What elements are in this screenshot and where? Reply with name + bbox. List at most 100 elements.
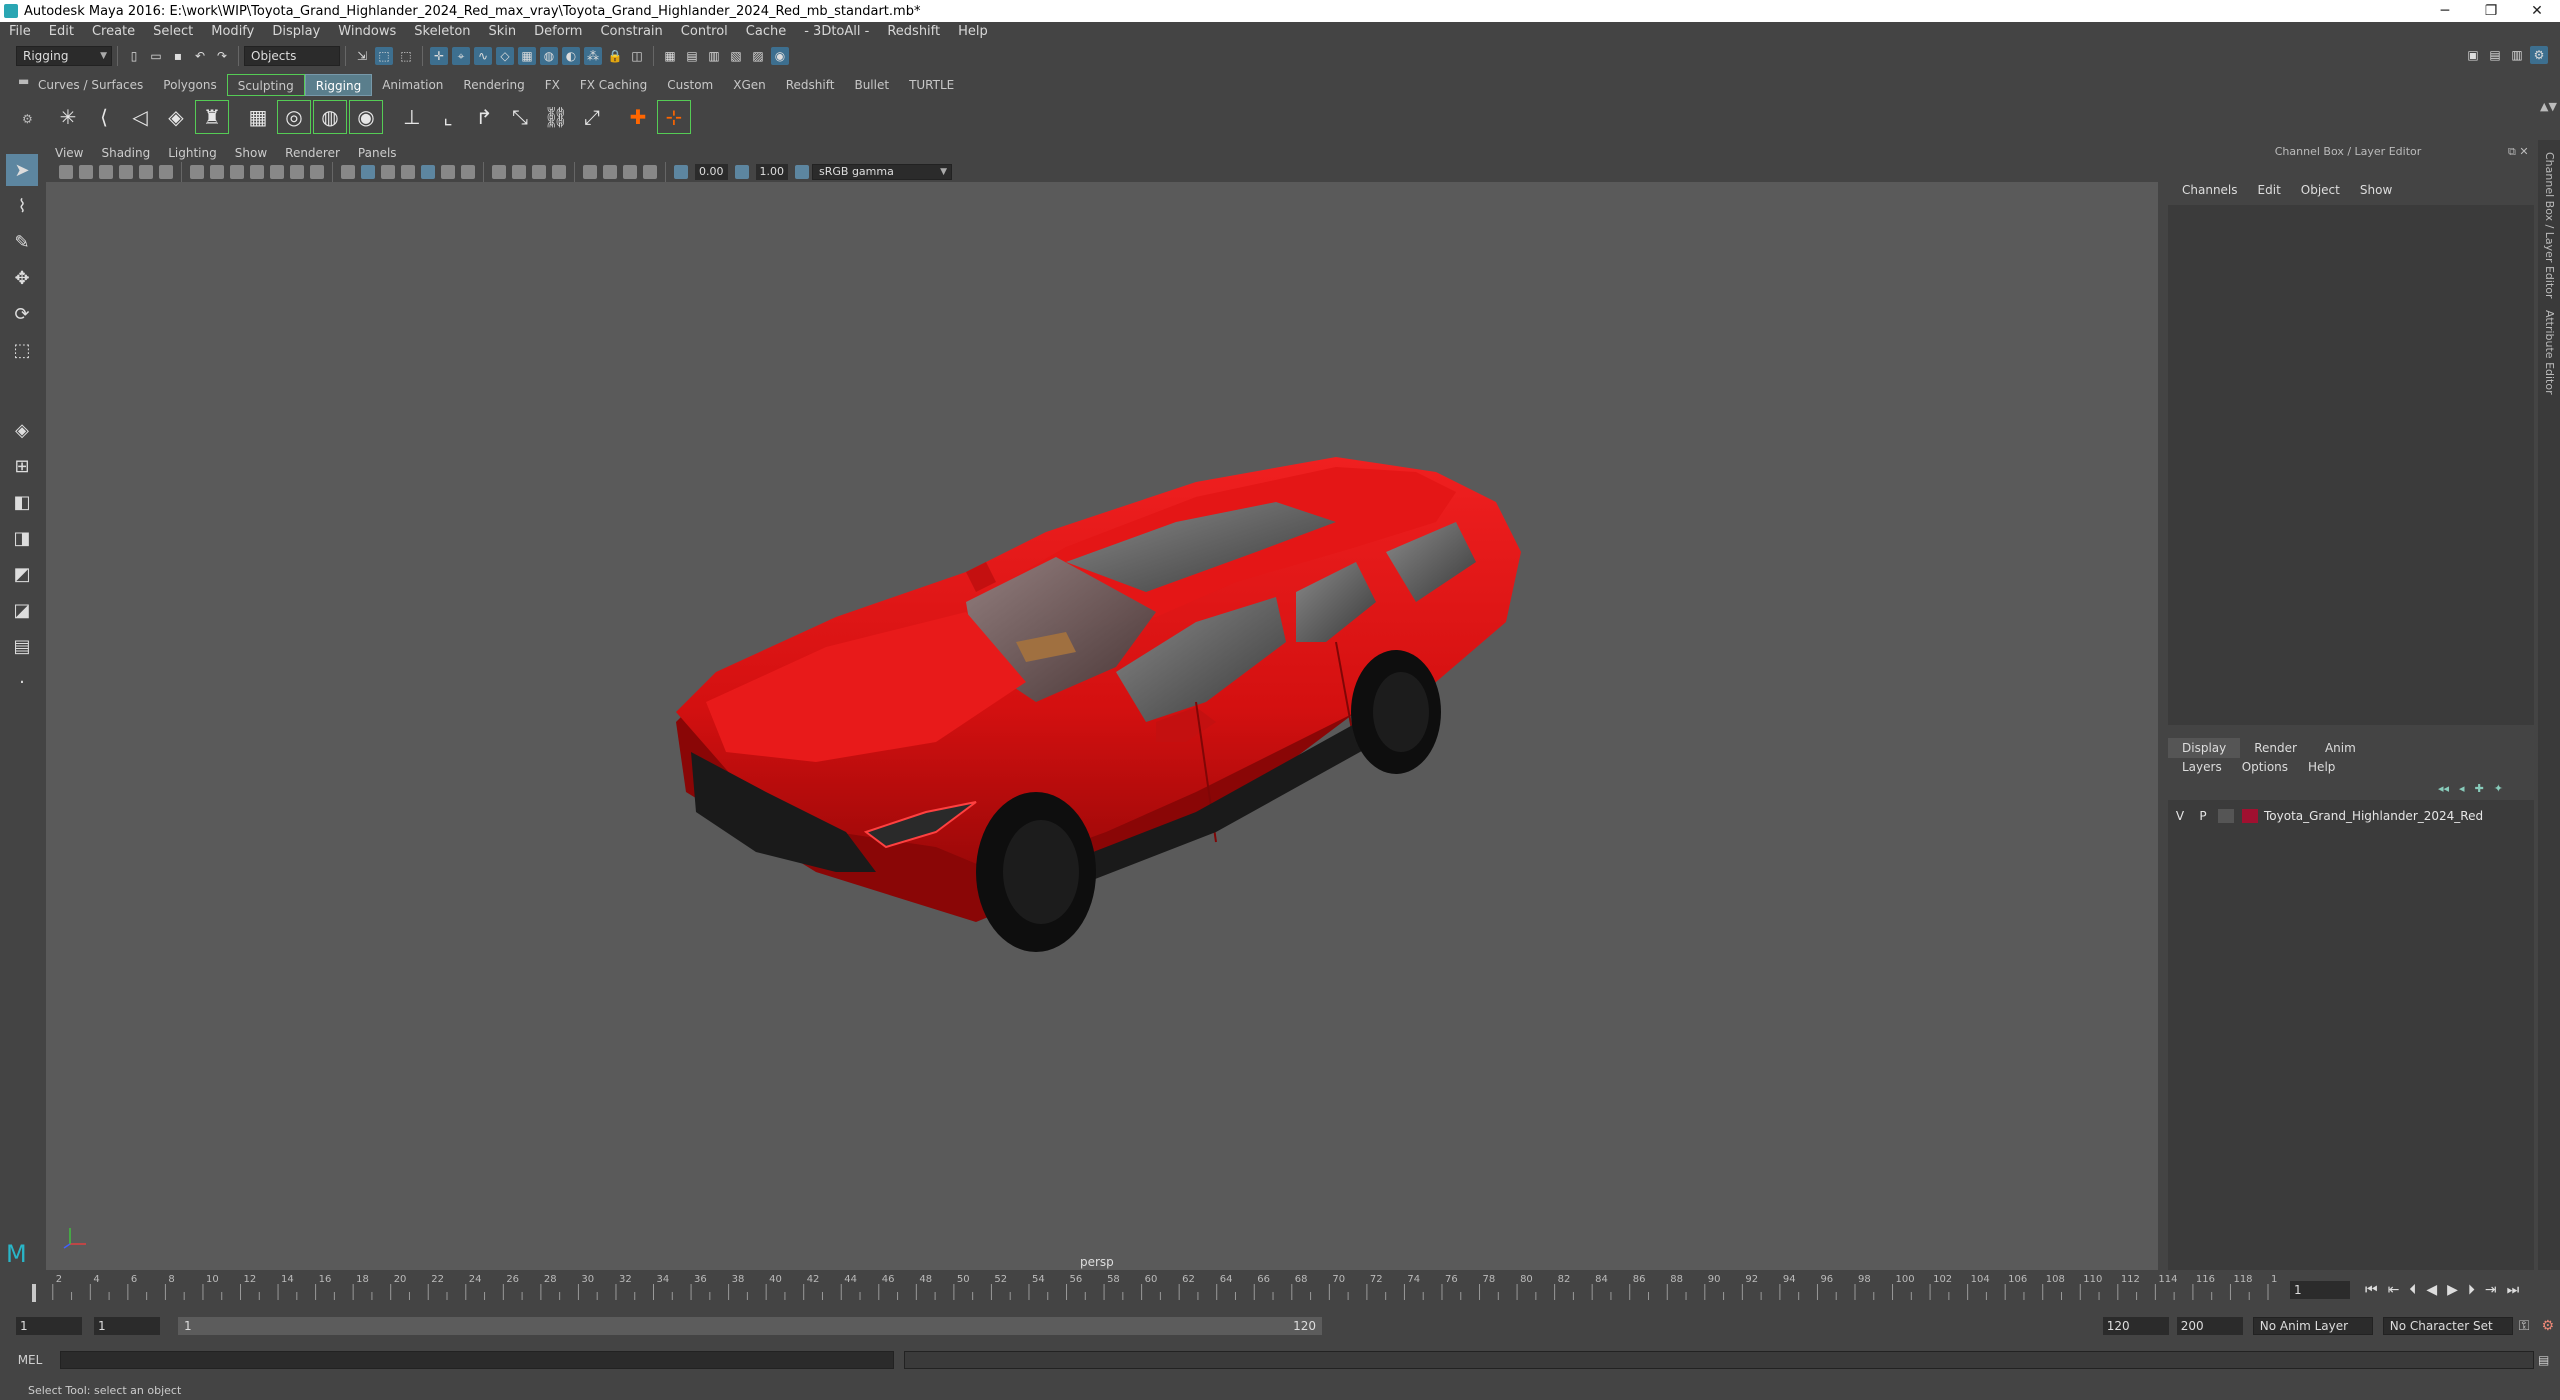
viewport-menu-lighting[interactable]: Lighting (159, 143, 226, 163)
anim-layer-dropdown[interactable]: No Anim Layer (2252, 1317, 2373, 1335)
layer-tab-display[interactable]: Display (2168, 738, 2241, 758)
shelf-tab-xgen[interactable]: XGen (723, 74, 776, 96)
parent-constraint-icon[interactable]: ⛓ (540, 101, 572, 133)
minimize-button[interactable]: ─ (2422, 0, 2468, 22)
viewport-menu-panels[interactable]: Panels (349, 143, 406, 163)
shelf-options-icon[interactable]: ⚙ (22, 112, 33, 126)
more-layouts-icon[interactable]: · (6, 666, 38, 698)
channel-box-menu-show[interactable]: Show (2350, 183, 2402, 197)
lock-selection-icon[interactable]: 🔒 (606, 47, 624, 65)
close-button[interactable]: ✕ (2514, 0, 2560, 22)
move-layer-down-icon[interactable]: ◂ (2459, 782, 2465, 795)
layer-row[interactable]: V P Toyota_Grand_Highlander_2024_Red (2168, 806, 2534, 826)
menu-display[interactable]: Display (263, 22, 329, 42)
viewport-menu-renderer[interactable]: Renderer (276, 143, 349, 163)
camera-select-icon[interactable] (59, 165, 73, 179)
maximize-button[interactable]: ❐ (2468, 0, 2514, 22)
save-scene-icon[interactable]: ▪ (169, 47, 187, 65)
menu-constrain[interactable]: Constrain (591, 22, 671, 42)
menu-select[interactable]: Select (144, 22, 202, 42)
smooth-shade-icon[interactable] (361, 165, 375, 179)
auto-key-icon[interactable]: ⚿ (2513, 1318, 2536, 1334)
menu-skeleton[interactable]: Skeleton (405, 22, 479, 42)
viewport-menu-shading[interactable]: Shading (92, 143, 159, 163)
menuset-dropdown[interactable]: Rigging ▼ (16, 46, 112, 66)
shelf-tab-curves-surfaces[interactable]: Curves / Surfaces (28, 74, 153, 96)
layout-dopesheet-icon[interactable]: ▤ (6, 630, 38, 662)
layout-outliner-icon[interactable]: ▥ (2508, 46, 2526, 64)
render-view-icon[interactable]: ◉ (771, 47, 789, 65)
command-input[interactable] (60, 1351, 894, 1369)
scale-tool-icon[interactable]: ⬚ (6, 334, 38, 366)
move-tool-icon[interactable]: ✥ (6, 262, 38, 294)
exposure-icon[interactable] (674, 165, 688, 179)
side-tab-channel-box[interactable]: Channel Box / Layer Editor (2543, 152, 2556, 299)
use-default-material-icon[interactable] (401, 165, 415, 179)
resolution-gate-icon[interactable] (230, 165, 244, 179)
layer-visibility-toggle[interactable]: V (2168, 809, 2192, 823)
layer-type-toggle[interactable] (2218, 809, 2234, 823)
animation-end-field[interactable]: 200 (2176, 1317, 2243, 1335)
shadows-icon[interactable] (461, 165, 475, 179)
pick-surfaces-icon[interactable]: ◇ (496, 47, 514, 65)
xray-joints-icon[interactable] (623, 165, 637, 179)
menu-file[interactable]: File (0, 22, 40, 42)
channel-box-menu-channels[interactable]: Channels (2172, 183, 2248, 197)
paint-select-icon[interactable]: ✎ (6, 226, 38, 258)
pick-dynamics-icon[interactable]: ◍ (540, 47, 558, 65)
ambient-occlusion-icon[interactable] (492, 165, 506, 179)
menu-create[interactable]: Create (83, 22, 144, 42)
selection-mode-dropdown[interactable]: Objects (244, 46, 340, 66)
shelf-tab-rigging[interactable]: Rigging (304, 74, 373, 96)
pick-handles-icon[interactable]: ✛ (430, 47, 448, 65)
wireframe-icon[interactable] (341, 165, 355, 179)
channel-box-menu-edit[interactable]: Edit (2248, 183, 2291, 197)
menu-help[interactable]: Help (949, 22, 997, 42)
color-space-dropdown[interactable]: sRGB gamma ▼ (812, 164, 952, 180)
menu-3dtoall[interactable]: - 3DtoAll - (795, 22, 878, 42)
insert-joint-icon[interactable]: ◈ (160, 101, 192, 133)
color-management-icon[interactable] (795, 165, 809, 179)
shelf-tab-rendering[interactable]: Rendering (453, 74, 534, 96)
point-constraint-icon[interactable]: ⊥ (396, 101, 428, 133)
image-plane-icon[interactable] (119, 165, 133, 179)
move-layer-up-icon[interactable]: ◂◂ (2438, 782, 2449, 795)
shelf-tab-custom[interactable]: Custom (657, 74, 723, 96)
go-to-end-icon[interactable]: ⏭ (2502, 1282, 2525, 1298)
channel-box-area[interactable] (2168, 205, 2534, 725)
layer-name[interactable]: Toyota_Grand_Highlander_2024_Red (2264, 809, 2483, 823)
create-joints-icon[interactable]: ✳ (52, 101, 84, 133)
menu-control[interactable]: Control (672, 22, 737, 42)
persp-hypershade-icon[interactable]: ◩ (6, 558, 38, 590)
range-bar[interactable]: 1 120 (178, 1317, 1322, 1335)
field-chart-icon[interactable] (270, 165, 284, 179)
channel-box-menu-object[interactable]: Object (2291, 183, 2350, 197)
gate-mask-icon[interactable] (250, 165, 264, 179)
side-tab-attribute-editor[interactable]: Attribute Editor (2543, 310, 2556, 395)
pick-deformations-icon[interactable]: ▦ (518, 47, 536, 65)
menu-edit[interactable]: Edit (40, 22, 83, 42)
gamma-icon[interactable] (734, 165, 749, 179)
ik-handle-icon[interactable]: ⟨ (88, 101, 120, 133)
layer-tab-anim[interactable]: Anim (2311, 738, 2370, 758)
safe-action-icon[interactable] (290, 165, 304, 179)
isolate-select-icon[interactable] (583, 165, 597, 179)
anti-aliasing-icon[interactable] (532, 165, 546, 179)
preferences-icon[interactable]: ⚙ (2535, 1318, 2560, 1334)
step-forward-key-icon[interactable]: ⇥ (2480, 1282, 2502, 1298)
select-object-icon[interactable]: ⬚ (375, 47, 393, 65)
grid-icon[interactable] (190, 165, 204, 179)
layer-menu-help[interactable]: Help (2298, 760, 2345, 774)
scale-constraint-icon[interactable]: ⤡ (504, 101, 536, 133)
play-forward-icon[interactable]: ▶ (2442, 1282, 2463, 1298)
viewport-menu-view[interactable]: View (46, 143, 92, 163)
highlight-selection-icon[interactable]: ◫ (628, 47, 646, 65)
shelf-tab-polygons[interactable]: Polygons (153, 74, 226, 96)
layer-menu-layers[interactable]: Layers (2172, 760, 2232, 774)
time-slider[interactable]: 2 4 6 8 10 12 14 16 18 20 22 24 26 28 30 32 34 36 38 40 42 44… (28, 1270, 2278, 1306)
new-layer-icon[interactable]: ✦ (2494, 782, 2503, 795)
safe-title-icon[interactable] (310, 165, 324, 179)
shelf-tab-fx[interactable]: FX (535, 74, 570, 96)
pick-rendering-icon[interactable]: ◐ (562, 47, 580, 65)
current-frame-field[interactable]: 1 (2290, 1281, 2350, 1299)
